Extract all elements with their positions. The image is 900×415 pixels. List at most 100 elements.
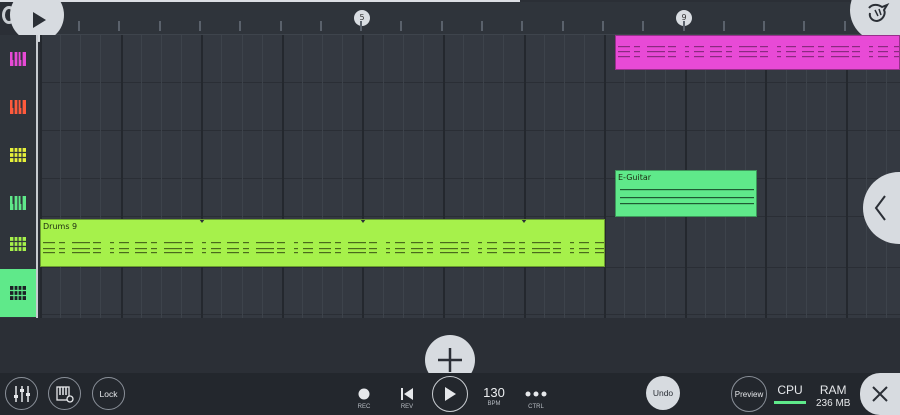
- grid-line: [503, 35, 505, 318]
- preview-button[interactable]: Preview: [731, 376, 767, 412]
- piano-red-track-button[interactable]: [0, 83, 36, 131]
- ruler-tick: [158, 21, 161, 31]
- grid-line: [221, 35, 223, 318]
- drumpad-yellow-icon: [10, 148, 26, 162]
- grid-line: [785, 35, 787, 318]
- grid-line: [241, 35, 243, 318]
- pattern-repeat-marker: [521, 220, 527, 223]
- grid-line: [523, 35, 526, 318]
- track-lane[interactable]: [40, 83, 900, 131]
- ruler-tick: [521, 21, 524, 31]
- grid-line: [604, 35, 607, 318]
- grid-line: [301, 35, 303, 318]
- piano-pink-track-button[interactable]: [0, 35, 36, 83]
- playlist-grid[interactable]: E-Guitar Drums 9: [40, 35, 900, 318]
- pattern-clip-pink[interactable]: [615, 35, 900, 70]
- grid-line: [160, 35, 162, 318]
- piano-red-icon: [10, 100, 26, 114]
- clip-notes: [43, 242, 604, 254]
- chevron-left-icon: [874, 195, 886, 221]
- mixer-button[interactable]: [5, 377, 38, 410]
- ruler-tick: [440, 21, 443, 31]
- grid-line: [543, 35, 545, 318]
- grid-line: [60, 35, 62, 318]
- grid-line: [100, 35, 102, 318]
- grid-line: [181, 35, 183, 318]
- grid-line: [40, 35, 42, 318]
- pattern-repeat-marker: [360, 220, 366, 223]
- fl-fruit-logo-icon: [868, 2, 890, 23]
- piano-roll-settings-button[interactable]: [48, 377, 81, 410]
- ruler-tick: [481, 21, 483, 31]
- close-button[interactable]: [860, 373, 900, 415]
- bpm-value: 130: [483, 385, 505, 400]
- play-icon: [445, 387, 456, 401]
- pattern-clip-e-guitar[interactable]: E-Guitar: [615, 170, 757, 217]
- ruler-tick: [803, 21, 806, 31]
- ruler-tick: [642, 21, 645, 31]
- ram-meter: RAM 236 MB: [816, 383, 850, 409]
- cpu-level-bar: [774, 401, 806, 404]
- grid-line: [80, 35, 82, 318]
- grid-line: [563, 35, 565, 318]
- ruler-tick: [198, 21, 201, 31]
- grid-line: [322, 35, 324, 318]
- piano-green-icon: [10, 196, 26, 210]
- drumpad-dark-track-button[interactable]: [0, 269, 36, 317]
- ram-value: 236 MB: [816, 398, 851, 409]
- track-lane[interactable]: [40, 267, 900, 315]
- cpu-label: CPU: [777, 383, 803, 397]
- keyboard-gear-icon: [55, 385, 74, 403]
- ruler-tick: [118, 21, 121, 31]
- rec-label: REC: [357, 404, 371, 410]
- ruler-tick: [279, 21, 282, 31]
- ruler-tick: [360, 21, 363, 31]
- grid-line: [261, 35, 263, 318]
- drumpad-lime-track-button[interactable]: [0, 220, 36, 268]
- grid-line: [402, 35, 404, 318]
- transport-play-button[interactable]: [432, 376, 468, 412]
- ruler-tick: [561, 21, 564, 31]
- ctrl-label: CTRL: [528, 404, 544, 410]
- close-icon: [872, 386, 888, 402]
- grid-line: [463, 35, 465, 318]
- clip-notes: [618, 46, 899, 58]
- record-button[interactable]: REC: [354, 385, 374, 410]
- ruler-tick: [601, 21, 604, 31]
- ctrl-button[interactable]: CTRL: [522, 385, 550, 410]
- grid-line: [443, 35, 445, 318]
- grid-line: [805, 35, 807, 318]
- grid-line: [825, 35, 827, 318]
- drumpad-yellow-track-button[interactable]: [0, 131, 36, 179]
- grid-line: [281, 35, 284, 318]
- bpm-control[interactable]: 130 BPM: [478, 385, 510, 407]
- grid-line: [201, 35, 204, 318]
- ruler-tick: [843, 21, 846, 31]
- play-icon: [33, 12, 46, 28]
- ruler-tick: [319, 21, 322, 31]
- mixer-sliders-icon: [13, 385, 30, 402]
- record-icon: [358, 388, 370, 400]
- grid-line: [846, 35, 848, 318]
- plus-icon: [438, 348, 462, 372]
- grid-line: [140, 35, 142, 318]
- ruler-tick: [763, 21, 766, 31]
- grid-line: [422, 35, 424, 318]
- rewind-button[interactable]: REV: [397, 385, 417, 410]
- track-list: [0, 35, 38, 318]
- lock-button[interactable]: Lock: [92, 377, 125, 410]
- grid-line: [362, 35, 365, 318]
- pattern-repeat-marker: [199, 220, 205, 223]
- more-dots-icon: [525, 391, 547, 397]
- piano-pink-icon: [10, 52, 26, 66]
- ruler-tick: [400, 21, 403, 31]
- timeline-ruler[interactable]: 5 9: [38, 2, 900, 35]
- grid-line: [342, 35, 344, 318]
- track-lane[interactable]: [40, 169, 900, 217]
- grid-line: [120, 35, 123, 318]
- pattern-clip-drums-9[interactable]: Drums 9: [40, 219, 605, 267]
- ruler-tick: [78, 21, 80, 31]
- undo-button[interactable]: Undo: [646, 376, 680, 410]
- grid-line: [866, 35, 868, 318]
- ram-label: RAM: [819, 383, 847, 397]
